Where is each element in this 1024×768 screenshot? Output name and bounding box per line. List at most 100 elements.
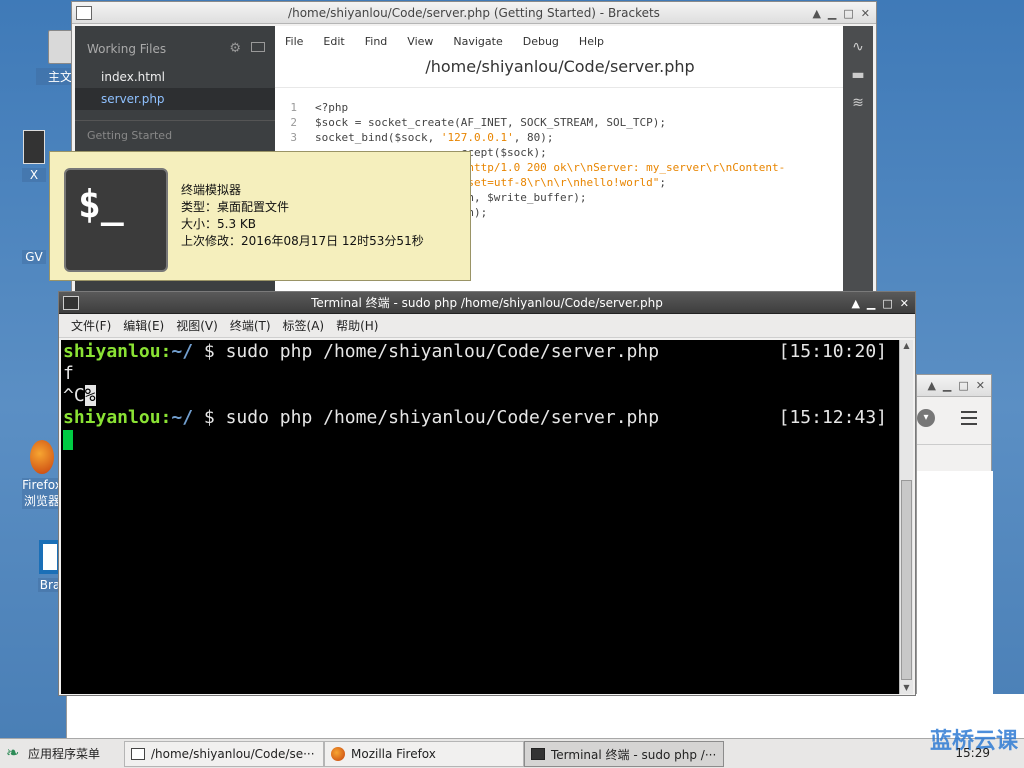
menu-edit[interactable]: 编辑(E) [123, 317, 164, 334]
code-line: 1 <?php [275, 100, 845, 115]
split-view-icon[interactable] [251, 42, 265, 52]
window-controls: ▲ ▁ □ ✕ [917, 375, 991, 397]
working-file-index-html[interactable]: index.html [75, 66, 275, 88]
code-text: <?php [315, 100, 348, 115]
menu-navigate[interactable]: Navigate [453, 35, 502, 48]
taskbar-item-label: /home/shiyanlou/Code/se··· [151, 747, 315, 761]
window-menu-icon[interactable] [63, 296, 79, 310]
menu-edit[interactable]: Edit [323, 35, 344, 48]
taskbar-item-firefox[interactable]: Mozilla Firefox [324, 741, 524, 767]
desktop-file-tooltip: $_ 终端模拟器 类型：桌面配置文件 大小：5.3 KB 上次修改：2016年0… [49, 151, 471, 281]
browser-toolbar: ▾ [917, 397, 991, 445]
gear-icon[interactable]: ⚙ [229, 41, 241, 56]
code-plain: , 80); [513, 131, 554, 144]
terminal-line: shiyanlou:~/ $ sudo php /home/shiyanlou/… [63, 407, 899, 429]
minimize-button[interactable]: ▁ [943, 379, 951, 396]
taskbar-item-label: Mozilla Firefox [351, 747, 436, 761]
maximize-button[interactable]: □ [882, 298, 892, 309]
menu-help[interactable]: 帮助(H) [336, 317, 378, 334]
tooltip-name: 终端模拟器 [181, 183, 242, 197]
menu-view[interactable]: View [407, 35, 433, 48]
highlighted-char: % [84, 385, 96, 406]
shade-button[interactable]: ▲ [927, 379, 935, 396]
menu-terminal[interactable]: 终端(T) [230, 317, 271, 334]
code-plain: socket_bind($sock, [315, 131, 441, 144]
line-number: 1 [290, 101, 297, 114]
terminal-line: ^C% [63, 385, 899, 407]
menu-help[interactable]: Help [579, 35, 604, 48]
tooltip-info: 终端模拟器 类型：桌面配置文件 大小：5.3 KB 上次修改：2016年08月1… [181, 182, 424, 250]
tooltip-type: 类型：桌面配置文件 [181, 200, 290, 214]
menu-file[interactable]: 文件(F) [71, 317, 111, 334]
brackets-toolbar: ∿ ▬ ≋ [843, 26, 873, 301]
leaf-icon: ❧ [6, 743, 20, 762]
close-button[interactable]: ✕ [976, 379, 985, 396]
desktop-icon-gvim[interactable]: GV [22, 250, 46, 264]
desktop-icon-firefox[interactable]: Firefox 浏览器 [22, 440, 62, 509]
scrollbar-thumb[interactable] [901, 480, 912, 680]
window-controls: ▲ ▁ □ ✕ [851, 292, 909, 314]
prompt-path: ~/ [171, 407, 194, 428]
tooltip-modified: 上次修改：2016年08月17日 12时53分51秒 [181, 234, 424, 248]
applications-menu-button[interactable]: ❧ 应用程序菜单 [6, 744, 100, 762]
menu-tabs[interactable]: 标签(A) [283, 317, 325, 334]
layers-icon[interactable]: ≋ [849, 96, 867, 110]
text-cursor [63, 430, 73, 450]
menu-debug[interactable]: Debug [523, 35, 559, 48]
shade-button[interactable]: ▲ [851, 298, 859, 309]
taskbar-item-label: Terminal 终端 - sudo php /··· [551, 747, 717, 762]
code-text: socket_bind($sock, '127.0.0.1', 80); [315, 130, 553, 145]
taskbar-item-brackets[interactable]: /home/shiyanlou/Code/se··· [124, 741, 324, 767]
terminal-line [63, 429, 899, 451]
menu-file[interactable]: File [285, 35, 303, 48]
desktop-icon-label: X [22, 168, 46, 182]
code-plain: ; [659, 176, 667, 189]
prompt-user: shiyanlou [63, 341, 161, 362]
shade-button[interactable]: ▲ [812, 8, 820, 19]
desktop-icon-label: Firefox 浏览器 [22, 478, 62, 509]
scroll-up-icon[interactable]: ▲ [900, 340, 913, 352]
project-section[interactable]: Getting Started [75, 120, 275, 150]
window-menu-icon[interactable] [76, 6, 92, 20]
minimize-button[interactable]: ▁ [867, 298, 875, 309]
terminal-window-title: Terminal 终端 - sudo php /home/shiyanlou/C… [311, 296, 663, 310]
menu-view[interactable]: 视图(V) [176, 317, 218, 334]
tooltip-size: 大小：5.3 KB [181, 217, 257, 231]
prompt-path: ~/ [171, 341, 194, 362]
menu-find[interactable]: Find [365, 35, 388, 48]
dropdown-icon[interactable]: ▾ [917, 409, 935, 427]
brackets-menubar: File Edit Find View Navigate Debug Help [275, 26, 845, 48]
prompt-separator: : [160, 341, 172, 362]
terminal-scrollbar[interactable]: ▲ ▼ [899, 340, 913, 694]
extension-manager-icon[interactable]: ▬ [849, 68, 867, 82]
terminal-line: f [63, 363, 899, 385]
code-plain: <?php [315, 101, 349, 114]
output-text: ^C [63, 385, 85, 406]
minimize-button[interactable]: ▁ [828, 8, 836, 19]
close-button[interactable]: ✕ [861, 8, 870, 19]
terminal-window: Terminal 终端 - sudo php /home/shiyanlou/C… [58, 291, 916, 696]
applications-menu-label: 应用程序菜单 [28, 746, 101, 761]
line-number: 3 [290, 131, 297, 144]
clock[interactable]: 15:29 [955, 746, 990, 760]
editor-file-title: /home/shiyanlou/Code/server.php [275, 48, 845, 88]
background-window-area [66, 694, 1024, 738]
maximize-button[interactable]: □ [843, 8, 853, 19]
prompt-time: [15:12:43] [778, 407, 887, 428]
maximize-button[interactable]: □ [958, 379, 968, 396]
code-text: $sock = socket_create(AF_INET, SOCK_STRE… [315, 115, 666, 130]
code-string: '127.0.0.1' [440, 131, 514, 144]
code-string: "http/1.0 200 ok\r\nServer: my_server\r\… [460, 161, 786, 174]
desktop-icon-terminal[interactable]: X [22, 130, 46, 182]
terminal-titlebar[interactable]: Terminal 终端 - sudo php /home/shiyanlou/C… [59, 292, 915, 314]
code-string: rset=utf-8\r\n\r\nhello!world" [460, 176, 660, 189]
working-file-server-php[interactable]: server.php [75, 88, 275, 110]
scroll-down-icon[interactable]: ▼ [900, 682, 913, 694]
terminal-output[interactable]: shiyanlou:~/ $ sudo php /home/shiyanlou/… [61, 340, 899, 694]
firefox-icon [331, 747, 345, 761]
brackets-titlebar[interactable]: /home/shiyanlou/Code/server.php (Getting… [72, 2, 876, 24]
live-preview-icon[interactable]: ∿ [849, 40, 867, 54]
close-button[interactable]: ✕ [900, 298, 909, 309]
hamburger-menu-icon[interactable] [961, 411, 977, 429]
taskbar-item-terminal[interactable]: Terminal 终端 - sudo php /··· [524, 741, 724, 767]
